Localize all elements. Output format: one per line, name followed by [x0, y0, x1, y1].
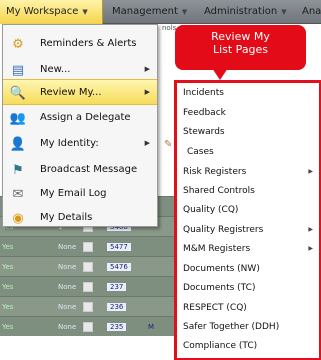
row-status: Yes [2, 243, 14, 251]
submenu-item-documents-tc[interactable]: Documents (TC) [183, 283, 255, 293]
menu-item-label: Review My... [40, 87, 102, 98]
row-status: Yes [2, 263, 14, 271]
row-value: None [58, 263, 77, 271]
menu-item-label: Assign a Delegate [40, 112, 131, 123]
row-status: Yes [2, 283, 14, 291]
row-checkbox[interactable] [83, 262, 93, 272]
row-number-link[interactable]: 235 [107, 323, 127, 331]
menu-item-reminders-alerts[interactable]: ⚙ Reminders & Alerts [3, 31, 157, 57]
menu-item-label: New... [40, 64, 71, 75]
review-my-submenu: Incidents Feedback Stewards Cases Risk Regis… [174, 80, 321, 360]
new-document-icon: ▤ [11, 62, 25, 78]
dropdown-arrow-icon: ▼ [181, 8, 188, 16]
submenu-arrow-icon: ▶ [144, 88, 150, 96]
reminders-icon: ⚙ [12, 36, 24, 52]
review-my-callout: Review My List Pages [175, 25, 306, 70]
menu-item-assign-a-delegate[interactable]: 👥 Assign a Delegate [3, 105, 157, 131]
menu-administration[interactable]: Administration ▼ [198, 0, 294, 24]
menu-management-label: Management [112, 6, 178, 17]
submenu-arrow-icon: ▶ [144, 65, 150, 73]
menu-item-my-identity[interactable]: 👤 My Identity: ▶ [3, 131, 157, 157]
row-status: Yes [2, 303, 14, 311]
identity-icon: 👤 [9, 136, 27, 152]
top-menu-bar: My Workspace ▼ Management ▼ Administration… [0, 0, 321, 24]
submenu-item-shared-controls[interactable]: Shared Controls [183, 186, 255, 196]
row-value: None [58, 243, 77, 251]
review-search-icon: 🔍 [9, 85, 27, 101]
submenu-item-compliance-tc[interactable]: Compliance (TC) [183, 341, 257, 351]
submenu-arrow-icon: ▶ [308, 226, 313, 233]
row-status: Yes [2, 323, 14, 331]
menu-item-label: My Identity: [40, 138, 99, 149]
callout-line-1: Review My [211, 30, 270, 43]
my-details-icon: ◉ [12, 210, 24, 226]
submenu-item-m-m-registers[interactable]: M&M Registers [183, 244, 250, 254]
menu-my-workspace-label: My Workspace [6, 6, 79, 17]
row-value: None [58, 283, 77, 291]
dropdown-arrow-icon: ▼ [82, 8, 88, 16]
submenu-item-documents-nw[interactable]: Documents (NW) [183, 264, 260, 274]
row-number-link[interactable]: 237 [107, 283, 127, 291]
row-extra: M [148, 323, 155, 331]
menu-analytics-label: Anal [302, 6, 321, 17]
submenu-item-respect-cq[interactable]: RESPECT (CQ) [183, 303, 247, 313]
menu-my-workspace[interactable]: My Workspace ▼ [0, 0, 103, 24]
table-row: Yes None 236 [0, 296, 175, 316]
menu-item-my-details[interactable]: ◉ My Details [3, 205, 157, 231]
submenu-item-feedback[interactable]: Feedback [183, 108, 226, 118]
submenu-item-quality-cq[interactable]: Quality (CQ) [183, 205, 238, 215]
callout-pointer [212, 68, 228, 80]
submenu-item-quality-registrers[interactable]: Quality Registrers [183, 225, 263, 235]
row-number-link[interactable]: 236 [107, 303, 127, 311]
delegate-icon: 👥 [9, 110, 27, 126]
document-icon: ✎ [164, 139, 173, 150]
submenu-item-risk-registers[interactable]: Risk Registers [183, 167, 246, 177]
menu-administration-label: Administration [204, 6, 278, 17]
email-log-icon: ✉ [12, 186, 24, 202]
menu-item-label: My Details [40, 212, 93, 223]
menu-item-label: Broadcast Message [40, 164, 138, 175]
callout-line-2: List Pages [212, 43, 269, 56]
submenu-item-safer-together-ddh[interactable]: Safer Together (DDH) [183, 322, 279, 332]
row-number-link[interactable]: 5476 [107, 263, 131, 271]
menu-item-label: Reminders & Alerts [40, 38, 137, 49]
dropdown-arrow-icon: ▼ [281, 8, 287, 16]
row-value: None [58, 303, 77, 311]
menu-item-broadcast-message[interactable]: ⚑ Broadcast Message [3, 157, 157, 183]
table-row: Yes None 5477 [0, 236, 175, 256]
menu-item-review-my[interactable]: 🔍 Review My... ▶ [3, 79, 157, 105]
submenu-item-incidents[interactable]: Incidents [183, 88, 224, 98]
submenu-item-stewards[interactable]: Stewards [183, 127, 225, 137]
submenu-arrow-icon: ▶ [308, 168, 313, 175]
submenu-item-cases[interactable]: Cases [187, 147, 214, 157]
menu-item-label: My Email Log [40, 188, 107, 199]
table-row: Yes None 237 [0, 276, 175, 296]
menu-item-my-email-log[interactable]: ✉ My Email Log [3, 181, 157, 207]
row-value: None [58, 323, 77, 331]
my-workspace-dropdown: ⚙ Reminders & Alerts ▤ New... ▶ 🔍 Review My...… [2, 24, 158, 227]
table-row: Yes None 5476 [0, 256, 175, 276]
table-row: Yes None 235 M [0, 316, 175, 336]
row-checkbox[interactable] [83, 282, 93, 292]
submenu-arrow-icon: ▶ [144, 139, 150, 147]
broadcast-icon: ⚑ [12, 162, 24, 178]
row-number-link[interactable]: 5477 [107, 243, 131, 251]
row-checkbox[interactable] [83, 242, 93, 252]
submenu-arrow-icon: ▶ [308, 245, 313, 252]
menu-management[interactable]: Management ▼ [106, 0, 196, 24]
row-checkbox[interactable] [83, 302, 93, 312]
row-checkbox[interactable] [83, 322, 93, 332]
menu-analytics[interactable]: Anal [296, 0, 321, 24]
